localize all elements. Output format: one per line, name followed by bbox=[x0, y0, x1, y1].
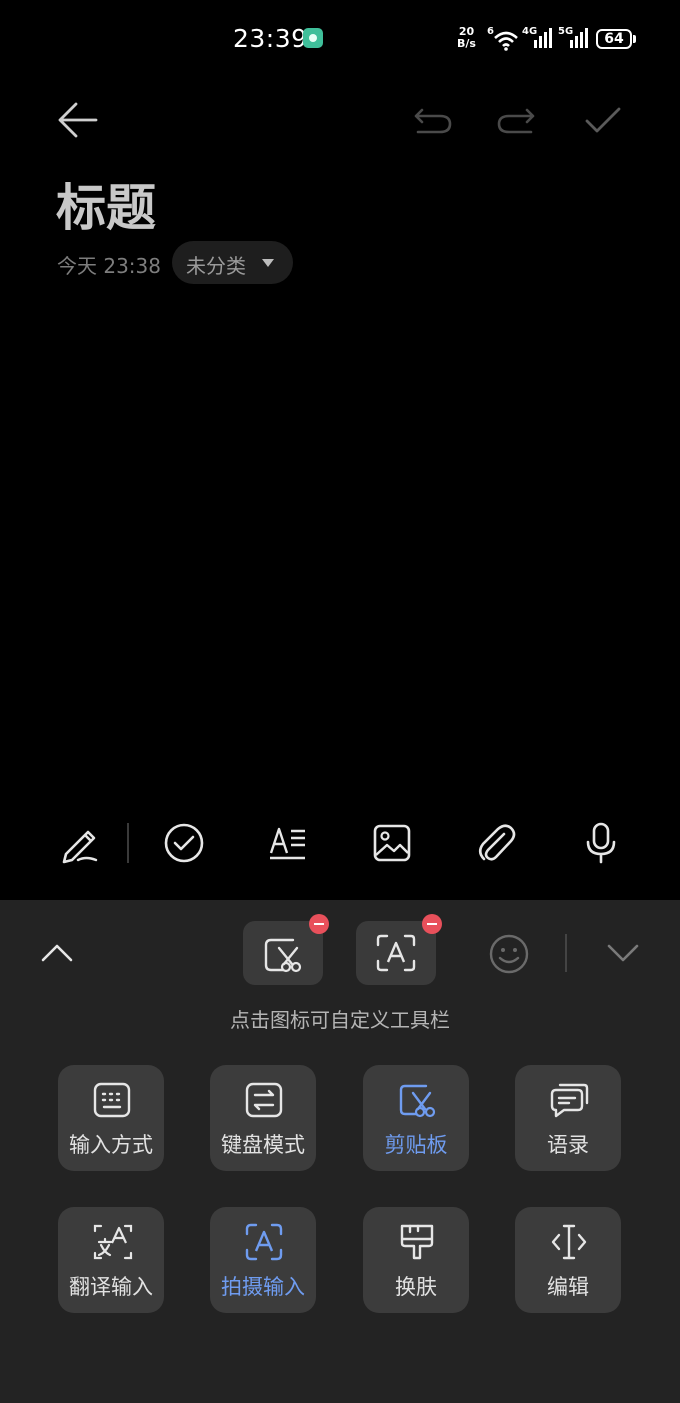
tile-label: 剪贴板 bbox=[384, 1133, 448, 1157]
microphone-icon[interactable] bbox=[583, 822, 619, 868]
chevron-down-icon[interactable] bbox=[606, 942, 640, 968]
tile-label: 输入方式 bbox=[69, 1133, 153, 1157]
note-date: 今天 23:38 bbox=[57, 254, 161, 278]
status-time: 23:39 bbox=[233, 24, 308, 53]
image-icon[interactable] bbox=[372, 823, 412, 867]
tile-theme[interactable]: 换肤 bbox=[363, 1207, 469, 1313]
translate-icon bbox=[93, 1223, 133, 1265]
tile-translate[interactable]: 翻译输入 bbox=[58, 1207, 164, 1313]
tile-label: 拍摄输入 bbox=[221, 1275, 305, 1299]
swap-icon bbox=[245, 1081, 283, 1123]
network-speed: 20 B/s bbox=[457, 26, 476, 50]
tile-camera-input[interactable]: 拍摄输入 bbox=[210, 1207, 316, 1313]
toolbar-divider bbox=[127, 823, 129, 863]
pen-icon[interactable] bbox=[60, 822, 100, 868]
checklist-icon[interactable] bbox=[163, 822, 205, 868]
chevron-up-icon[interactable] bbox=[40, 940, 74, 968]
undo-icon[interactable] bbox=[412, 106, 452, 138]
tile-input-method[interactable]: 输入方式 bbox=[58, 1065, 164, 1171]
redo-icon[interactable] bbox=[497, 106, 537, 138]
note-title[interactable]: 标题 bbox=[56, 168, 156, 240]
tile-phrases[interactable]: 语录 bbox=[515, 1065, 621, 1171]
camera-text-icon bbox=[245, 1223, 283, 1265]
tile-label: 编辑 bbox=[547, 1275, 589, 1299]
battery-tip bbox=[633, 35, 636, 43]
category-label: 未分类 bbox=[186, 254, 246, 278]
caret-down-icon bbox=[262, 259, 274, 267]
emoji-icon[interactable] bbox=[488, 933, 530, 979]
tile-label: 换肤 bbox=[395, 1275, 437, 1299]
text-format-icon[interactable] bbox=[268, 825, 308, 865]
check-icon[interactable] bbox=[584, 106, 622, 136]
back-arrow-icon[interactable] bbox=[56, 100, 98, 140]
tile-edit[interactable]: 编辑 bbox=[515, 1207, 621, 1313]
toolbar-separator bbox=[565, 934, 567, 972]
clipboard-icon bbox=[263, 934, 305, 978]
attachment-icon[interactable] bbox=[476, 822, 516, 868]
network-speed-unit: B/s bbox=[457, 37, 476, 50]
remove-badge[interactable] bbox=[422, 914, 442, 934]
battery-icon: 64 bbox=[596, 29, 632, 49]
tile-clipboard[interactable]: 剪贴板 bbox=[363, 1065, 469, 1171]
notification-app-icon bbox=[303, 28, 323, 48]
clipboard-icon bbox=[398, 1081, 438, 1123]
remove-badge[interactable] bbox=[309, 914, 329, 934]
cursor-icon bbox=[550, 1223, 588, 1265]
tile-label: 翻译输入 bbox=[69, 1275, 153, 1299]
tile-keyboard-mode[interactable]: 键盘模式 bbox=[210, 1065, 316, 1171]
customize-hint: 点击图标可自定义工具栏 bbox=[230, 1008, 450, 1032]
paint-brush-icon bbox=[398, 1223, 436, 1265]
tile-label: 键盘模式 bbox=[221, 1133, 305, 1157]
messages-icon bbox=[550, 1081, 590, 1123]
ocr-icon bbox=[375, 933, 417, 977]
tile-label: 语录 bbox=[547, 1133, 589, 1157]
keyboard-icon bbox=[93, 1081, 131, 1123]
